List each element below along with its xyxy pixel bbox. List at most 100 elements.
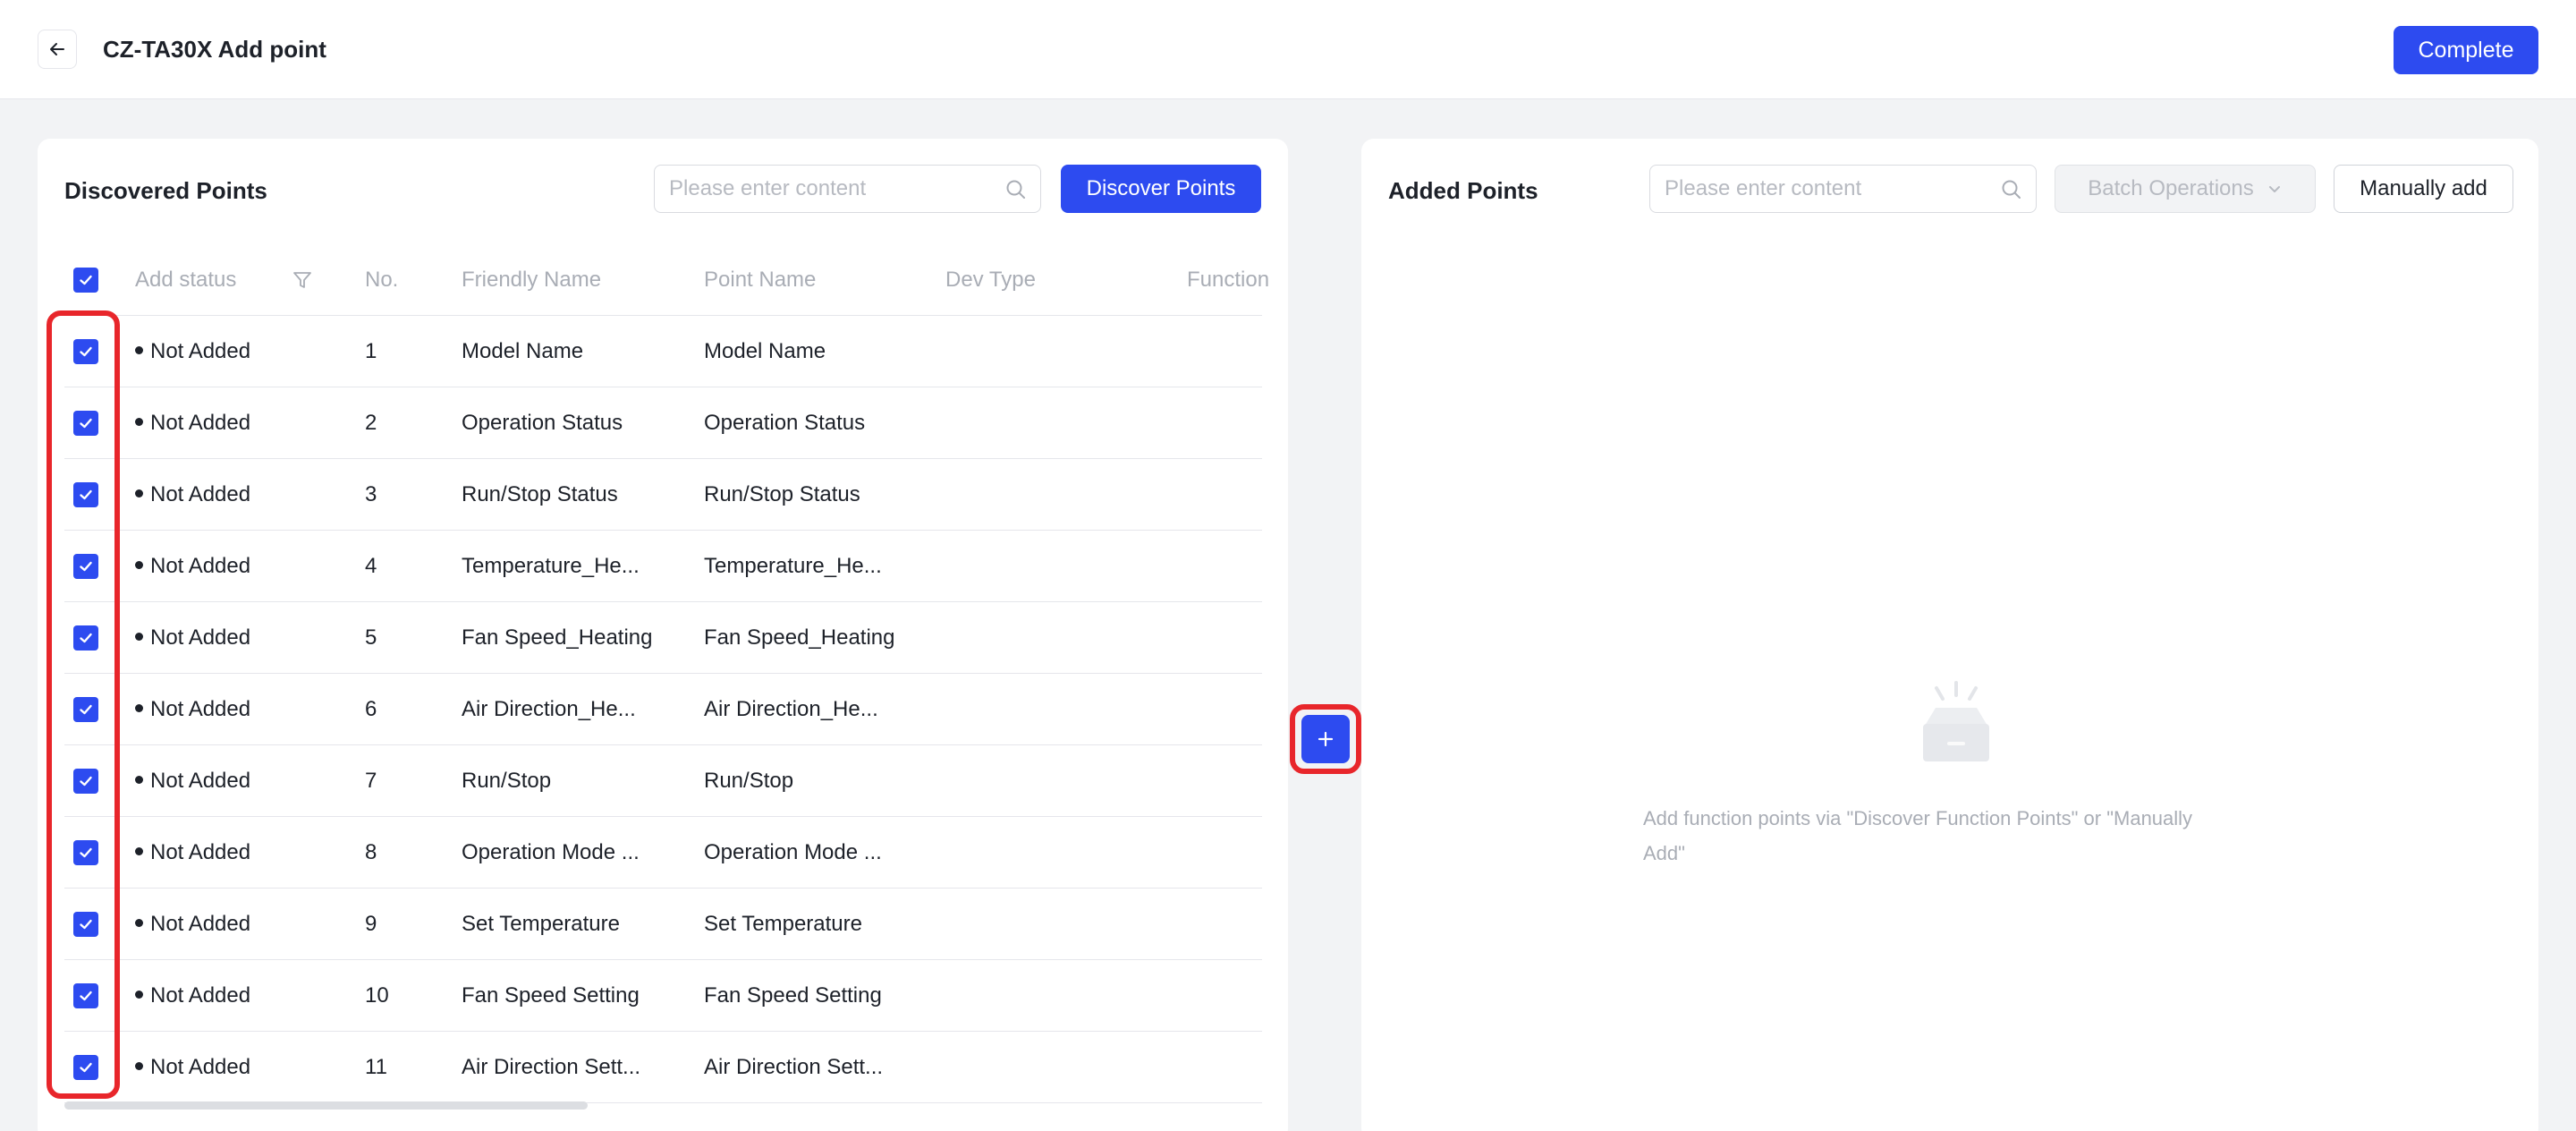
manually-add-button[interactable]: Manually add (2334, 165, 2513, 213)
table-header: Add status No. Friendly Name Point Name … (64, 244, 1269, 316)
row-point-name: Set Temperature (704, 912, 862, 936)
complete-button[interactable]: Complete (2394, 26, 2538, 74)
row-number: 2 (365, 411, 377, 435)
row-friendly-name: Set Temperature (462, 912, 620, 936)
table-row[interactable]: Not Added 9 Set Temperature Set Temperature (64, 889, 1262, 960)
row-friendly-name: Operation Mode ... (462, 840, 640, 864)
row-status-text: Not Added (150, 1055, 251, 1079)
top-header: CZ-TA30X Add point Complete (0, 0, 2576, 99)
batch-operations-label: Batch Operations (2088, 176, 2254, 200)
row-friendly-name: Air Direction Sett... (462, 1055, 641, 1079)
row-friendly-name: Fan Speed_Heating (462, 625, 653, 650)
row-number: 9 (365, 912, 377, 936)
row-status-text: Not Added (150, 554, 251, 578)
added-search-input[interactable] (1665, 166, 1996, 212)
column-no: No. (365, 268, 399, 292)
row-add-status: Not Added (135, 1032, 332, 1103)
empty-state-line-2: Add" (1643, 842, 1685, 864)
row-point-name: Air Direction_He... (704, 697, 878, 721)
arrow-left-icon (50, 43, 64, 55)
row-point-name: Fan Speed_Heating (704, 625, 895, 650)
status-dot (135, 561, 143, 570)
row-add-status: Not Added (135, 316, 332, 387)
row-friendly-name: Fan Speed Setting (462, 983, 640, 1008)
row-number: 4 (365, 554, 377, 578)
row-add-status: Not Added (135, 387, 332, 459)
row-add-status: Not Added (135, 459, 332, 531)
chevron-down-icon (2268, 186, 2280, 192)
table-row[interactable]: Not Added 10 Fan Speed Setting Fan Speed Se… (64, 960, 1262, 1032)
batch-operations-button: Batch Operations (2055, 165, 2316, 213)
table-row[interactable]: Not Added 5 Fan Speed_Heating Fan Speed_Hea… (64, 602, 1262, 674)
table-row[interactable]: Not Added 3 Run/Stop Status Run/Stop Status (64, 459, 1262, 531)
row-add-status: Not Added (135, 531, 332, 602)
row-point-name: Temperature_He... (704, 554, 882, 578)
table-row[interactable]: Not Added 8 Operation Mode ... Operation Mo… (64, 817, 1262, 889)
row-add-status: Not Added (135, 745, 332, 817)
discover-points-button[interactable]: Discover Points (1061, 165, 1261, 213)
row-point-name: Fan Speed Setting (704, 983, 882, 1008)
row-number: 6 (365, 697, 377, 721)
row-status-text: Not Added (150, 482, 251, 506)
row-status-text: Not Added (150, 769, 251, 793)
table-row[interactable]: Not Added 2 Operation Status Operation Stat… (64, 387, 1262, 459)
row-friendly-name: Model Name (462, 339, 584, 363)
checkbox-column-highlight (47, 310, 120, 1099)
page-title: CZ-TA30X Add point (103, 36, 326, 63)
column-friendly-name: Friendly Name (462, 268, 602, 292)
row-add-status: Not Added (135, 960, 332, 1032)
table-row[interactable]: Not Added 4 Temperature_He... Temperature_H… (64, 531, 1262, 602)
row-status-text: Not Added (150, 339, 251, 363)
discovered-points-panel: Discovered Points Discover Points Add st… (38, 139, 1288, 1131)
row-status-text: Not Added (150, 625, 251, 650)
table-row[interactable]: Not Added 6 Air Direction_He... Air Directi… (64, 674, 1262, 745)
discovered-search-input[interactable] (669, 166, 1001, 212)
check-icon (80, 275, 92, 285)
status-dot (135, 489, 143, 498)
added-points-title: Added Points (1388, 177, 1538, 204)
added-points-panel: Added Points Batch Operations Manually a… (1361, 139, 2538, 1131)
back-button[interactable] (38, 30, 77, 69)
row-status-text: Not Added (150, 912, 251, 936)
status-dot (135, 847, 143, 856)
row-point-name: Run/Stop Status (704, 482, 860, 506)
row-point-name: Model Name (704, 339, 826, 363)
discovered-points-title: Discovered Points (64, 177, 267, 204)
row-number: 10 (365, 983, 389, 1008)
plus-icon (1318, 731, 1334, 747)
row-friendly-name: Run/Stop (462, 769, 552, 793)
column-point-name: Point Name (704, 268, 817, 292)
added-search-box (1649, 165, 2037, 213)
row-friendly-name: Air Direction_He... (462, 697, 636, 721)
row-point-name: Operation Status (704, 411, 866, 435)
row-number: 8 (365, 840, 377, 864)
row-status-text: Not Added (150, 983, 251, 1008)
row-number: 1 (365, 339, 377, 363)
row-number: 3 (365, 482, 377, 506)
status-dot (135, 418, 143, 427)
row-add-status: Not Added (135, 674, 332, 745)
column-dev-type: Dev Type (945, 268, 1036, 292)
row-friendly-name: Temperature_He... (462, 554, 640, 578)
row-number: 7 (365, 769, 377, 793)
row-friendly-name: Operation Status (462, 411, 623, 435)
add-selected-button[interactable] (1301, 715, 1350, 763)
discovered-search-box (654, 165, 1041, 213)
row-point-name: Run/Stop (704, 769, 794, 793)
search-icon[interactable] (1004, 178, 1028, 201)
filter-icon[interactable] (292, 269, 313, 291)
horizontal-scrollbar[interactable] (64, 1101, 588, 1110)
select-all-checkbox[interactable] (73, 268, 98, 293)
table-row[interactable]: Not Added 7 Run/Stop Run/Stop (64, 745, 1262, 817)
row-add-status: Not Added (135, 602, 332, 674)
table-row[interactable]: Not Added 11 Air Direction Sett... Air Dire… (64, 1032, 1262, 1103)
row-friendly-name: Run/Stop Status (462, 482, 618, 506)
empty-state-line-1: Add function points via "Discover Functi… (1643, 807, 2193, 829)
row-point-name: Air Direction Sett... (704, 1055, 884, 1079)
row-number: 5 (365, 625, 377, 650)
row-status-text: Not Added (150, 697, 251, 721)
table-row[interactable]: Not Added 1 Model Name Model Name (64, 316, 1262, 387)
status-dot (135, 346, 143, 355)
search-icon[interactable] (2000, 178, 2023, 201)
row-number: 11 (365, 1055, 387, 1079)
